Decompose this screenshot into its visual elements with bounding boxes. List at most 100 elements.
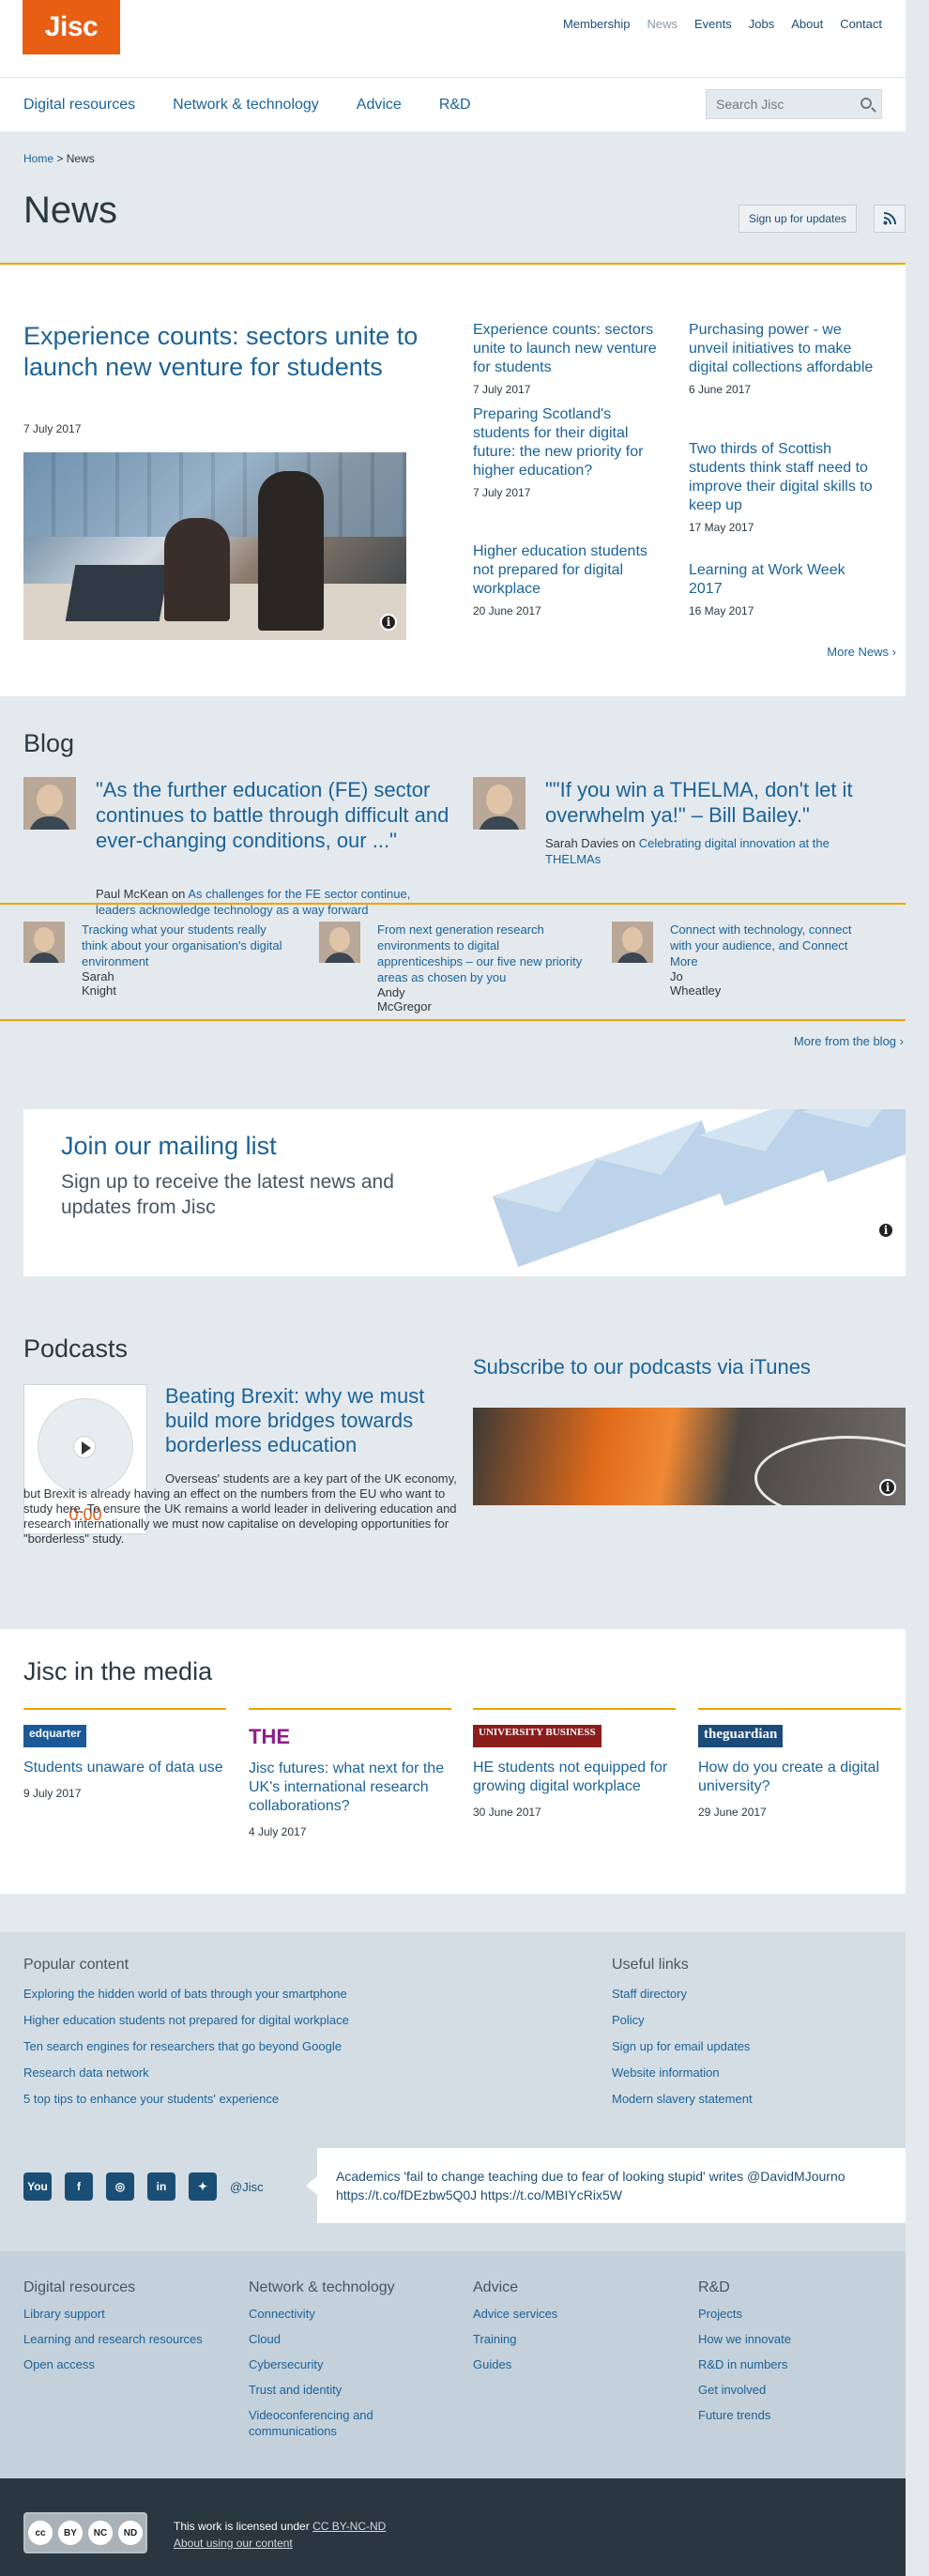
news-item[interactable]: Preparing Scotland's students for their … [473, 405, 665, 499]
nav-network-technology[interactable]: Network & technology [173, 97, 319, 114]
media-item-title[interactable]: Students unaware of data use [23, 1759, 226, 1777]
podcast-episode-title[interactable]: Beating Brexit: why we must build more b… [165, 1384, 447, 1457]
footer-link[interactable]: Connectivity [249, 2306, 446, 2322]
info-icon[interactable]: i [879, 1479, 896, 1496]
blog-featured-post[interactable]: "As the further education (FE) sector co… [23, 777, 455, 917]
linkedin-icon[interactable]: in [147, 2172, 175, 2201]
nav-advice[interactable]: Advice [357, 97, 402, 114]
util-nav-news[interactable]: News [647, 17, 678, 31]
signup-updates-button[interactable]: Sign up for updates [738, 205, 857, 233]
rss-button[interactable] [874, 205, 906, 233]
podcast-subscribe-title[interactable]: Subscribe to our podcasts via iTunes [473, 1355, 811, 1379]
podcast-subscribe-image[interactable]: i [473, 1408, 906, 1505]
mailing-list-title[interactable]: Join our mailing list [61, 1132, 277, 1161]
blog-featured-post[interactable]: ""If you win a THELMA, don't let it over… [473, 777, 905, 899]
search-icon[interactable] [860, 98, 872, 109]
more-news-link[interactable]: More News › [827, 645, 896, 659]
footer-column-title[interactable]: R&D [698, 2279, 895, 2296]
breadcrumb-home[interactable]: Home [23, 152, 53, 165]
mailing-list-banner[interactable]: Join our mailing list Sign up to receive… [23, 1109, 906, 1276]
media-item-title[interactable]: How do you create a digital university? [698, 1759, 901, 1796]
useful-link[interactable]: Staff directory [612, 1981, 893, 2007]
blog-small-post[interactable]: From next generation research environmen… [319, 922, 582, 1014]
media-item[interactable]: theguardian How do you create a digital … [698, 1708, 901, 1819]
nav-digital-resources[interactable]: Digital resources [23, 97, 135, 114]
util-nav-about[interactable]: About [791, 17, 823, 31]
news-item-title[interactable]: Purchasing power - we unveil initiatives… [689, 321, 881, 377]
footer-link[interactable]: Trust and identity [249, 2382, 446, 2398]
search-input[interactable]: Search Jisc [706, 89, 882, 119]
news-item[interactable]: Purchasing power - we unveil initiatives… [689, 321, 881, 396]
footer-link[interactable]: R&D in numbers [698, 2356, 895, 2372]
footer-link[interactable]: Future trends [698, 2407, 895, 2423]
useful-link[interactable]: Policy [612, 2007, 893, 2034]
popular-link[interactable]: 5 top tips to enhance your students' exp… [23, 2086, 586, 2112]
news-item-title[interactable]: Two thirds of Scottish students think st… [689, 440, 881, 515]
util-nav-events[interactable]: Events [694, 17, 732, 31]
news-item[interactable]: Experience counts: sectors unite to laun… [473, 321, 665, 396]
footer-link[interactable]: Guides [473, 2356, 670, 2372]
media-item-title[interactable]: Jisc futures: what next for the UK's int… [249, 1760, 451, 1816]
news-item-title[interactable]: Experience counts: sectors unite to laun… [473, 321, 665, 377]
footer-link[interactable]: Projects [698, 2306, 895, 2322]
news-item-title[interactable]: Learning at Work Week 2017 [689, 561, 881, 599]
footer-link[interactable]: Open access [23, 2356, 221, 2372]
popular-link[interactable]: Exploring the hidden world of bats throu… [23, 1981, 586, 2007]
more-blog-link[interactable]: More from the blog › [794, 1034, 904, 1048]
twitter-icon[interactable]: ✦ [189, 2172, 217, 2201]
media-item-title[interactable]: HE students not equipped for growing dig… [473, 1759, 676, 1796]
info-icon[interactable]: i [380, 614, 397, 631]
info-icon[interactable]: i [877, 1222, 894, 1239]
useful-link[interactable]: Website information [612, 2060, 893, 2086]
popular-link[interactable]: Research data network [23, 2060, 586, 2086]
footer-column-title[interactable]: Advice [473, 2279, 670, 2296]
featured-news-image[interactable]: i [23, 452, 406, 640]
footer-link[interactable]: Learning and research resources [23, 2331, 221, 2347]
useful-link[interactable]: Sign up for email updates [612, 2034, 893, 2060]
blog-quote[interactable]: ""If you win a THELMA, don't let it over… [545, 777, 902, 828]
news-item-title[interactable]: Higher education students not prepared f… [473, 542, 665, 599]
popular-link[interactable]: Higher education students not prepared f… [23, 2007, 586, 2034]
blog-quote[interactable]: "As the further education (FE) sector co… [96, 777, 452, 853]
media-item[interactable]: UNIVERSITY BUSINESS HE students not equi… [473, 1708, 676, 1819]
footer-link[interactable]: Cybersecurity [249, 2356, 446, 2372]
nav-rd[interactable]: R&D [439, 97, 471, 114]
media-item[interactable]: edquarter Students unaware of data use 9… [23, 1708, 226, 1800]
useful-link[interactable]: Modern slavery statement [612, 2086, 893, 2112]
news-item[interactable]: Learning at Work Week 2017 16 May 2017 [689, 561, 881, 617]
blog-small-post-title[interactable]: Tracking what your students really think… [82, 922, 288, 969]
popular-link[interactable]: Ten search engines for researchers that … [23, 2034, 586, 2060]
blog-small-post-title[interactable]: From next generation research environmen… [377, 922, 584, 985]
youtube-icon[interactable]: You [23, 2172, 52, 2201]
news-item-title[interactable]: Preparing Scotland's students for their … [473, 405, 665, 480]
media-item[interactable]: THE Jisc futures: what next for the UK's… [249, 1708, 451, 1838]
util-nav-jobs[interactable]: Jobs [749, 17, 774, 31]
play-button[interactable] [73, 1436, 96, 1458]
blog-small-post[interactable]: Connect with technology, connect with yo… [612, 922, 851, 998]
footer-link[interactable]: Videoconferencing and communications [249, 2407, 446, 2439]
footer-column-title[interactable]: Network & technology [249, 2279, 446, 2296]
footer-link[interactable]: Advice services [473, 2306, 670, 2322]
twitter-handle[interactable]: @Jisc [230, 2180, 264, 2194]
about-content-link[interactable]: About using our content [174, 2537, 293, 2550]
footer-link[interactable]: Cloud [249, 2331, 446, 2347]
license-link[interactable]: CC BY-NC-ND [312, 2520, 386, 2533]
creative-commons-badge[interactable]: cc BY NC ND [23, 2512, 147, 2553]
instagram-icon[interactable]: ◎ [106, 2172, 134, 2201]
facebook-icon[interactable]: f [65, 2172, 93, 2201]
blog-small-post[interactable]: Tracking what your students really think… [23, 922, 282, 998]
footer-link[interactable]: Get involved [698, 2382, 895, 2398]
news-item[interactable]: Higher education students not prepared f… [473, 542, 665, 617]
footer-column-title[interactable]: Digital resources [23, 2279, 221, 2296]
util-nav-contact[interactable]: Contact [840, 17, 882, 31]
util-nav-membership[interactable]: Membership [563, 17, 631, 31]
blog-small-post-title[interactable]: Connect with technology, connect with yo… [670, 922, 876, 969]
footer-link[interactable]: Training [473, 2331, 670, 2347]
footer-link[interactable]: How we innovate [698, 2331, 895, 2347]
footer-link[interactable]: Library support [23, 2306, 221, 2322]
news-item[interactable]: Two thirds of Scottish students think st… [689, 440, 881, 534]
jisc-logo[interactable]: Jisc [23, 0, 120, 54]
latest-tweet[interactable]: Academics 'fail to change teaching due t… [306, 2148, 906, 2223]
featured-news-title[interactable]: Experience counts: sectors unite to laun… [23, 321, 432, 383]
footer-nav: Digital resources Library support Learni… [0, 2251, 906, 2478]
